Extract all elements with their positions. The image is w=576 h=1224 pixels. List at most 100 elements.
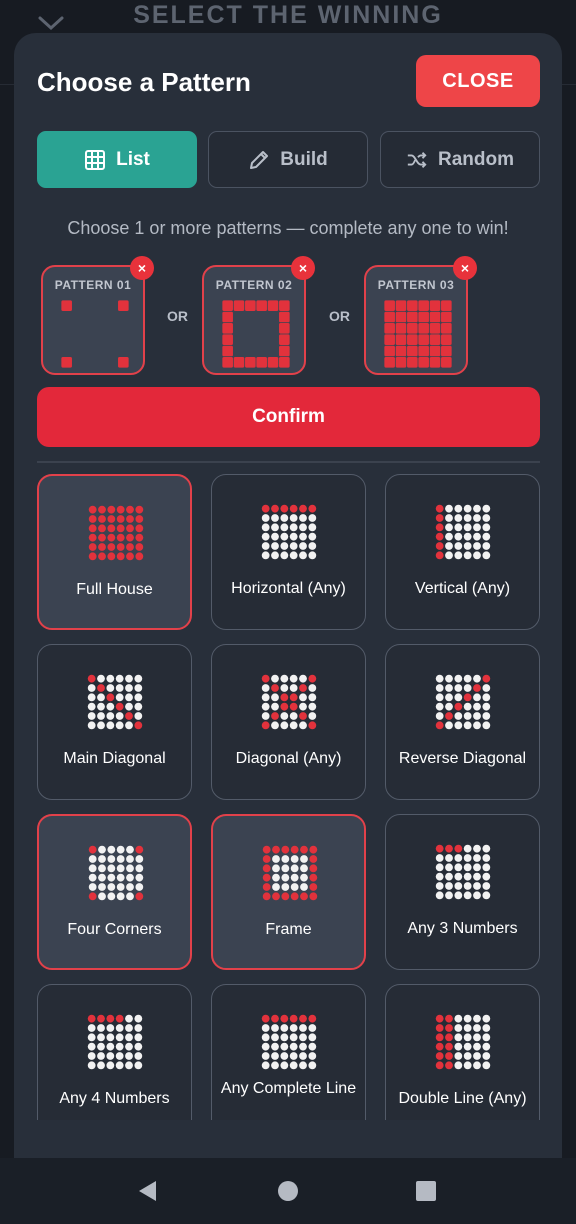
pattern-card-any-complete-line[interactable]: Any Complete Line — [211, 984, 366, 1120]
grid-cell — [445, 674, 453, 683]
selected-pattern-1[interactable]: PATTERN 01 × — [41, 256, 154, 375]
grid-cell-marked — [245, 300, 256, 311]
tab-list[interactable]: List — [37, 131, 197, 188]
grid-cell-marked — [429, 357, 441, 368]
grid-cell — [290, 855, 299, 863]
grid-cell — [445, 504, 453, 513]
pattern-card-vertical[interactable]: Vertical (Any) — [385, 474, 540, 630]
pattern-card-diagonal-any[interactable]: Diagonal (Any) — [211, 644, 366, 800]
grid-cell — [463, 712, 472, 720]
grid-cell-marked — [435, 514, 444, 522]
grid-cell — [463, 684, 472, 692]
pattern-card-any-3-numbers[interactable]: Any 3 Numbers — [385, 814, 540, 970]
grid-cell — [482, 863, 491, 872]
grid-cell-marked — [262, 864, 271, 873]
divider — [37, 461, 540, 463]
pattern-card-frame[interactable]: Frame — [211, 814, 366, 970]
grid-cell-marked — [309, 855, 318, 863]
grid-cell — [116, 845, 125, 854]
grid-cell-marked — [407, 323, 418, 334]
grid-cell — [271, 532, 279, 541]
grid-cell — [473, 1014, 481, 1023]
grid-cell — [463, 1014, 472, 1023]
grid-cell-marked — [435, 1052, 444, 1060]
grid-cell — [135, 864, 144, 873]
grid-cell — [106, 1061, 115, 1070]
grid-cell — [134, 1042, 143, 1051]
grid-cell — [473, 1061, 481, 1070]
grid-cell-marked — [261, 674, 270, 683]
pattern-preview — [384, 300, 452, 368]
grid-cell — [271, 674, 279, 683]
pattern-card-double-line[interactable]: Double Line (Any) — [385, 984, 540, 1120]
grid-cell — [126, 892, 134, 901]
grid-cell-marked — [384, 311, 395, 323]
pattern-name: Any 3 Numbers — [407, 920, 518, 937]
grid-cell — [463, 872, 472, 881]
grid-cell-marked — [445, 844, 453, 853]
grid-cell — [106, 1033, 115, 1042]
grid-cell — [115, 712, 124, 720]
pattern-card-horizontal[interactable]: Horizontal (Any) — [211, 474, 366, 630]
pattern-grid-icon — [261, 504, 317, 560]
grid-cell-marked — [126, 524, 134, 533]
grid-cell — [134, 674, 143, 683]
grid-cell-marked — [435, 1042, 444, 1051]
remove-pattern-button[interactable]: × — [291, 256, 315, 280]
grid-cell — [482, 542, 491, 550]
grid-cell — [107, 883, 116, 891]
pattern-card-main-diagonal[interactable]: Main Diagonal — [37, 644, 192, 800]
grid-cell — [445, 523, 453, 532]
grid-cell — [482, 1042, 491, 1051]
grid-cell — [463, 514, 472, 522]
nav-home[interactable] — [258, 1158, 318, 1224]
grid-cell — [482, 891, 491, 900]
grid-cell — [308, 712, 317, 720]
pattern-preview — [222, 300, 290, 368]
selected-pattern-2[interactable]: PATTERN 02 × — [202, 256, 315, 375]
selected-pattern-3[interactable]: PATTERN 03 × — [364, 256, 477, 375]
grid-cell — [115, 1042, 124, 1051]
grid-cell — [134, 712, 143, 720]
grid-cell-marked — [233, 357, 245, 368]
confirm-button[interactable]: Confirm — [37, 387, 540, 447]
grid-cell — [463, 702, 472, 711]
grid-cell — [88, 873, 97, 882]
grid-cell-marked — [107, 515, 116, 523]
pattern-card-any-4-numbers[interactable]: Any 4 Numbers — [37, 984, 192, 1120]
remove-pattern-button[interactable]: × — [453, 256, 477, 280]
grid-cell-marked — [441, 357, 452, 368]
grid-cell — [126, 845, 134, 854]
grid-cell — [473, 1052, 481, 1060]
tab-random[interactable]: Random — [380, 131, 540, 188]
grid-cell-marked — [107, 505, 116, 514]
grid-cell — [482, 882, 491, 890]
pattern-card-four-corners[interactable]: Four Corners — [37, 814, 192, 970]
grid-cell-marked — [309, 873, 318, 882]
grid-cell-marked — [308, 721, 317, 730]
grid-cell — [135, 855, 144, 863]
grid-cell — [289, 1052, 298, 1060]
pattern-card-reverse-diagonal[interactable]: Reverse Diagonal — [385, 644, 540, 800]
nav-recents[interactable] — [396, 1158, 456, 1224]
or-separator: OR — [167, 308, 188, 324]
grid-cell — [261, 523, 270, 532]
grid-cell-marked — [222, 311, 233, 323]
grid-cell-marked — [272, 845, 280, 854]
close-button[interactable]: CLOSE — [416, 55, 540, 107]
grid-cell — [125, 693, 133, 702]
grid-cell-marked — [107, 552, 116, 561]
nav-back[interactable] — [118, 1158, 178, 1224]
remove-pattern-button[interactable]: × — [130, 256, 154, 280]
grid-cell — [463, 1061, 472, 1070]
grid-cell — [281, 864, 290, 873]
grid-cell — [280, 721, 289, 730]
grid-cell — [87, 721, 96, 730]
tab-build[interactable]: Build — [208, 131, 368, 188]
pattern-list[interactable]: Full House Horizontal (Any) Vertical (An… — [37, 474, 540, 1120]
grid-cell — [134, 702, 143, 711]
grid-cell — [261, 1033, 270, 1042]
grid-cell — [271, 693, 279, 702]
pattern-card-full-house[interactable]: Full House — [37, 474, 192, 630]
grid-cell-marked — [222, 357, 233, 368]
